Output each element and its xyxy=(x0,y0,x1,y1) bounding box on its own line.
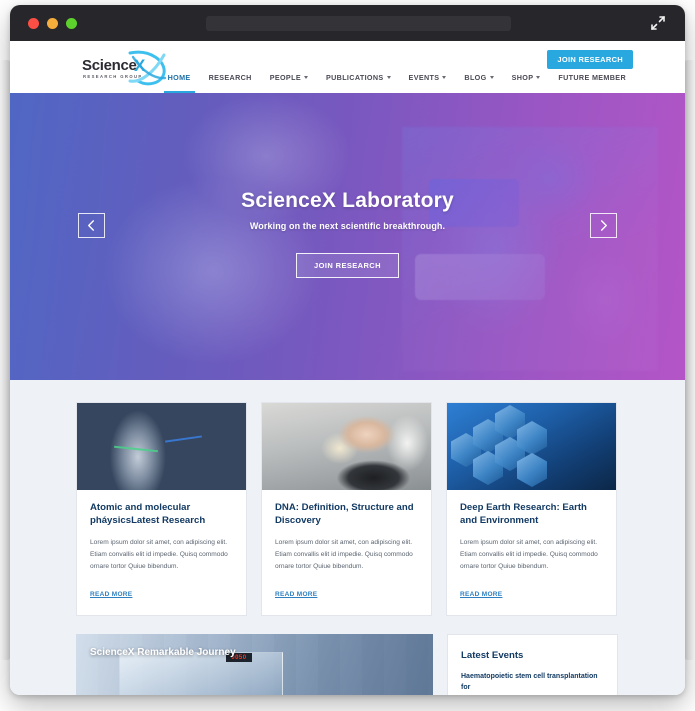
chevron-down-icon xyxy=(386,75,391,79)
journey-title: ScienceX Remarkable Journey xyxy=(90,647,236,659)
maximize-window-button[interactable] xyxy=(66,17,77,29)
nav-label: PEOPLE xyxy=(269,73,301,82)
nav-label: PUBLICATIONS xyxy=(325,73,384,82)
traffic-lights xyxy=(28,17,77,29)
latest-events-panel: Latest Events Haematopoietic stem cell t… xyxy=(447,634,618,695)
journey-video-panel[interactable]: 0050 ScienceX Remarkable Journey xyxy=(76,634,433,695)
nav-label: BLOG xyxy=(464,73,487,82)
read-more-link[interactable]: READ MORE xyxy=(275,591,317,598)
minimize-window-button[interactable] xyxy=(47,17,58,29)
chevron-down-icon xyxy=(489,75,494,79)
card-image-microscope xyxy=(77,403,246,490)
address-bar[interactable] xyxy=(206,16,511,31)
nav-item-research[interactable]: RESEARCH xyxy=(200,67,261,93)
main-navigation: HOME RESEARCH PEOPLE PUBLICATIONS EVENTS… xyxy=(159,67,635,93)
hero-slider: ScienceX Laboratory Working on the next … xyxy=(10,93,685,380)
card-description: Lorem ipsum dolor sit amet, con adipisci… xyxy=(460,538,598,571)
hero-content: ScienceX Laboratory Working on the next … xyxy=(10,189,685,278)
hero-title: ScienceX Laboratory xyxy=(241,189,454,212)
chevron-down-icon xyxy=(442,75,447,79)
chevron-down-icon xyxy=(536,75,541,79)
card-title: DNA: Definition, Structure and Discovery xyxy=(275,502,414,526)
expand-diagonal-icon[interactable] xyxy=(649,14,667,32)
nav-item-home[interactable]: HOME xyxy=(159,67,200,93)
nav-item-publications[interactable]: PUBLICATIONS xyxy=(317,67,400,93)
card-deep-earth[interactable]: Deep Earth Research: Earth and Environme… xyxy=(446,402,617,617)
nav-item-blog[interactable]: BLOG xyxy=(455,67,502,93)
card-body: Atomic and molecular pháysicsLatest Rese… xyxy=(77,490,246,615)
card-title: Deep Earth Research: Earth and Environme… xyxy=(460,502,587,526)
site-logo[interactable]: Science X RESEARCH GROUP xyxy=(72,49,172,87)
latest-events-item[interactable]: Haematopoietic stem cell transplantation… xyxy=(461,672,604,693)
card-image-telescope xyxy=(447,403,616,490)
hexagon-mirror-group xyxy=(447,403,616,490)
cards-row: Atomic and molecular pháysicsLatest Rese… xyxy=(10,402,685,617)
read-more-link[interactable]: READ MORE xyxy=(90,591,132,598)
card-atomic-physics[interactable]: Atomic and molecular pháysicsLatest Rese… xyxy=(76,402,247,617)
nav-item-shop[interactable]: SHOP xyxy=(503,67,550,93)
window-shadow-right xyxy=(684,60,695,660)
browser-titlebar xyxy=(10,5,685,41)
featured-cards-section: Atomic and molecular pháysicsLatest Rese… xyxy=(10,380,685,695)
card-body: Deep Earth Research: Earth and Environme… xyxy=(447,490,616,615)
hero-join-research-button[interactable]: JOIN RESEARCH xyxy=(296,253,399,278)
card-body: DNA: Definition, Structure and Discovery… xyxy=(262,490,431,615)
logo-tagline: RESEARCH GROUP xyxy=(83,74,143,79)
chevron-down-icon xyxy=(303,75,308,79)
site-header: Science X RESEARCH GROUP JOIN RESEARCH H… xyxy=(10,41,685,93)
nav-item-future-member[interactable]: FUTURE MEMBER xyxy=(549,67,635,93)
card-image-lab-technician xyxy=(262,403,431,490)
logo-wordmark: Science xyxy=(82,57,137,74)
nav-label: FUTURE MEMBER xyxy=(558,73,626,82)
nav-item-events[interactable]: EVENTS xyxy=(400,67,456,93)
close-window-button[interactable] xyxy=(28,17,39,29)
nav-label: HOME xyxy=(167,73,191,82)
card-description: Lorem ipsum dolor sit amet, con adipisci… xyxy=(275,538,413,571)
card-description: Lorem ipsum dolor sit amet, con adipisci… xyxy=(90,538,228,571)
nav-label: SHOP xyxy=(511,73,534,82)
nav-item-people[interactable]: PEOPLE xyxy=(261,67,317,93)
logo-x-mark: X xyxy=(134,56,146,75)
hero-subtitle: Working on the next scientific breakthro… xyxy=(249,221,446,231)
card-dna[interactable]: DNA: Definition, Structure and Discovery… xyxy=(261,402,432,617)
read-more-link[interactable]: READ MORE xyxy=(460,591,502,598)
browser-window: Science X RESEARCH GROUP JOIN RESEARCH H… xyxy=(10,5,685,695)
card-title: Atomic and molecular pháysicsLatest Rese… xyxy=(90,502,206,526)
latest-events-title: Latest Events xyxy=(461,650,524,662)
nav-label: EVENTS xyxy=(408,73,440,82)
nav-label: RESEARCH xyxy=(208,73,252,82)
bottom-row: 0050 ScienceX Remarkable Journey Latest … xyxy=(10,616,685,695)
